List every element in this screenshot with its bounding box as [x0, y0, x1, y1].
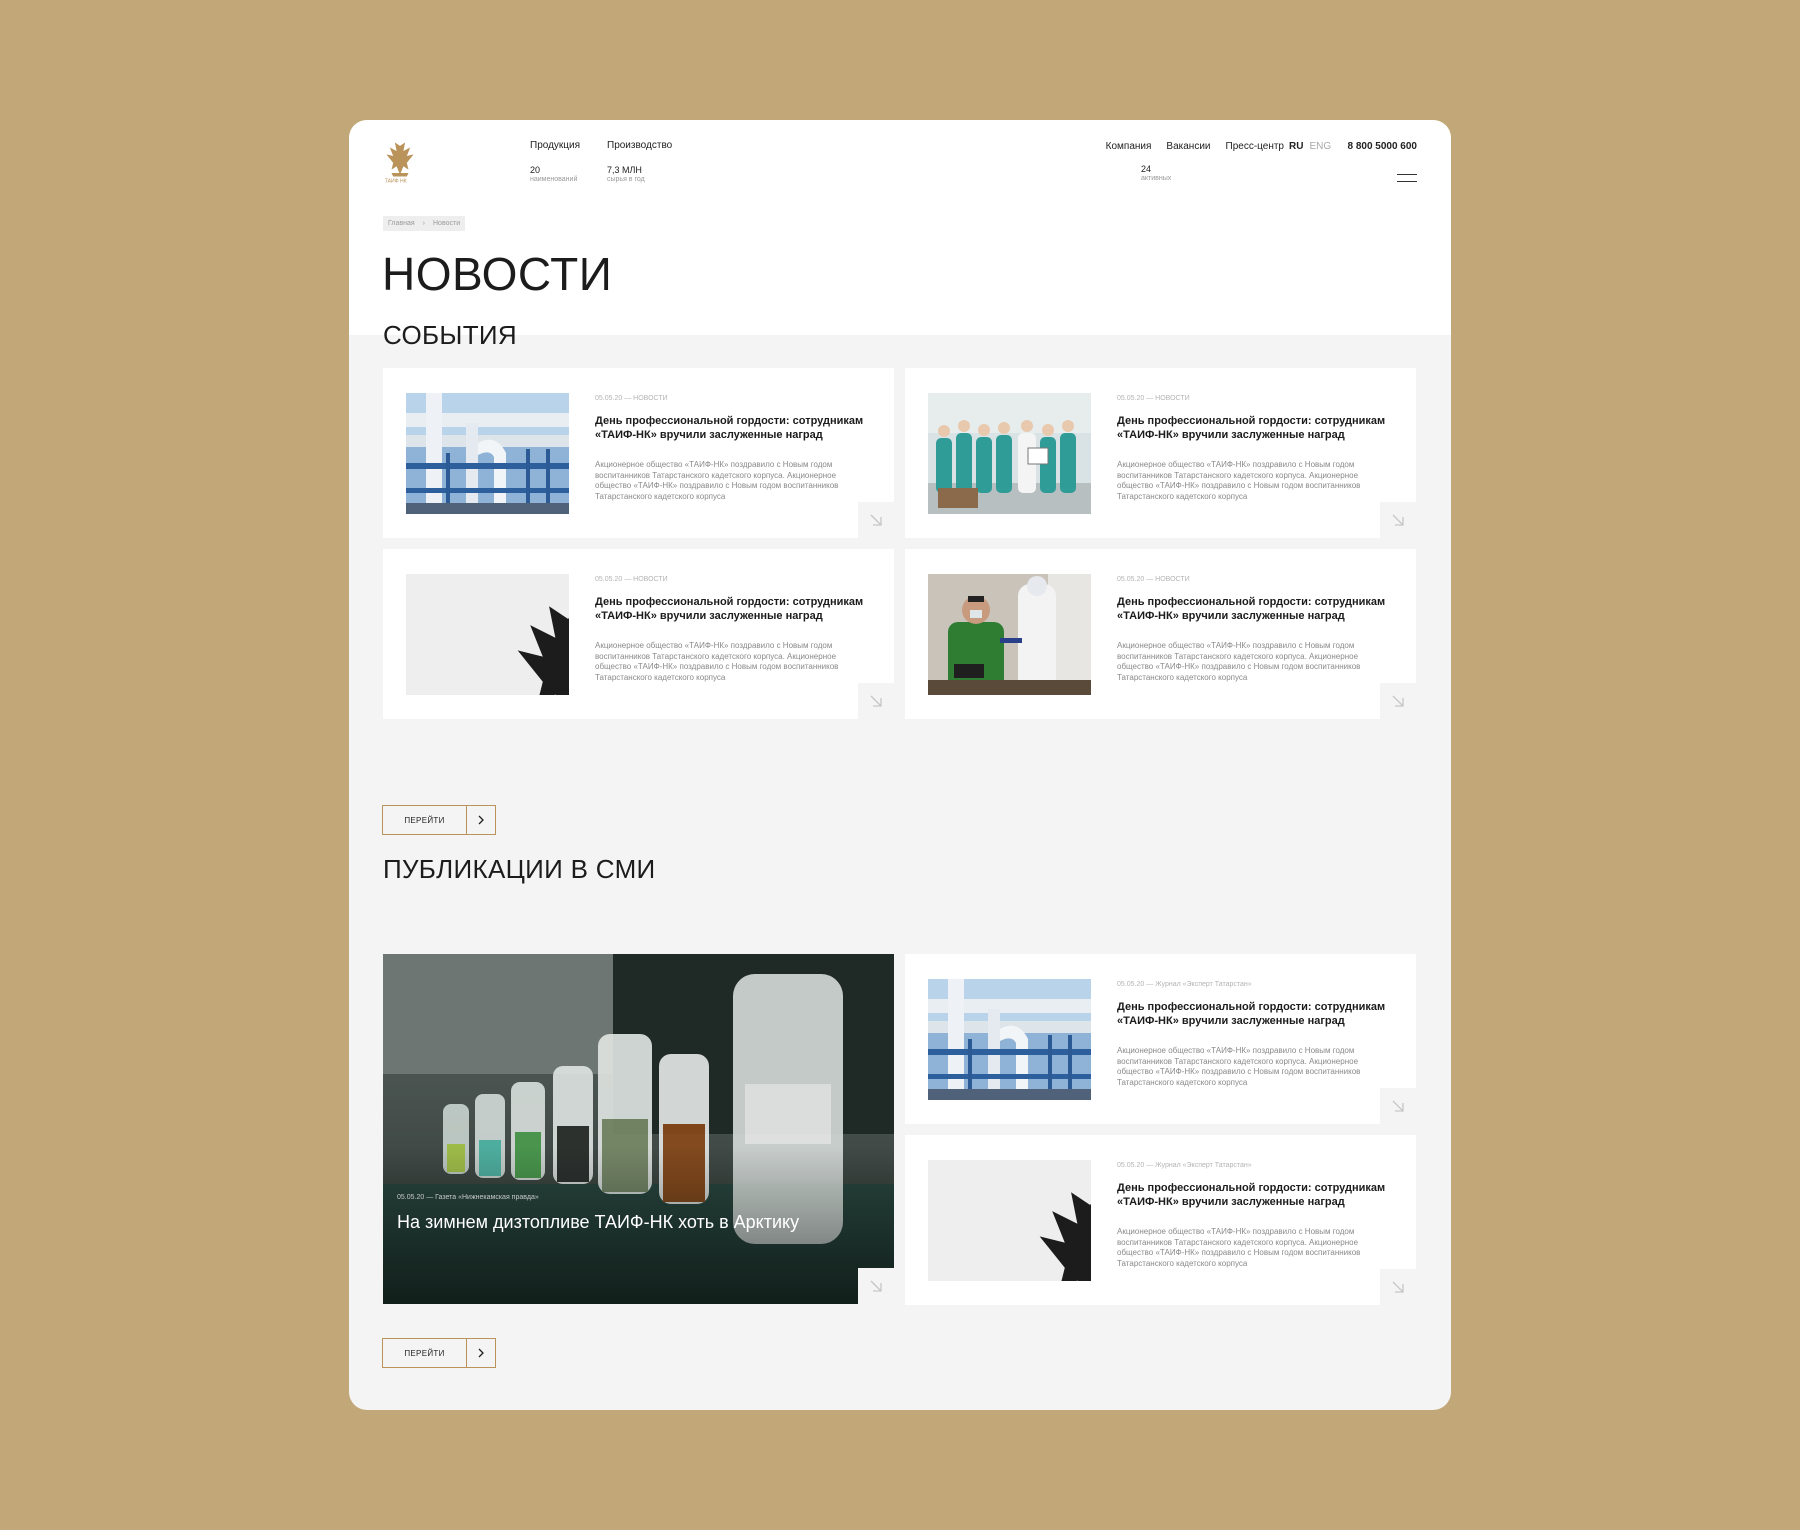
card-title[interactable]: День профессиональной гордости: сотрудни…	[1117, 1181, 1387, 1209]
card-title[interactable]: День профессиональной гордости: сотрудни…	[1117, 595, 1387, 623]
nav-products[interactable]: Продукция 20 наименований	[530, 140, 580, 183]
group-photo-image	[928, 393, 1091, 514]
feature-arrow-button[interactable]	[858, 1268, 894, 1304]
card-text: Акционерное общество «ТАИФ-НК» поздравил…	[595, 641, 839, 682]
card-text: Акционерное общество «ТАИФ-НК» поздравил…	[1117, 460, 1361, 501]
menu-press-center[interactable]: Пресс-центр	[1226, 141, 1284, 152]
events-more-label[interactable]: ПЕРЕЙТИ	[383, 806, 467, 834]
event-card[interactable]: 05.05.20 — НОВОСТИ День профессиональной…	[383, 368, 894, 538]
card-title[interactable]: День профессиональной гордости: сотрудни…	[595, 414, 865, 442]
card-meta: 05.05.20 — Журнал «Эксперт Татарстан»	[1117, 981, 1252, 988]
browser-window: ТАИФ НК Продукция 20 наименований Произв…	[349, 120, 1451, 1410]
arrow-down-right-icon	[1390, 1279, 1406, 1295]
nav-products-label[interactable]: Продукция	[530, 140, 580, 151]
card-meta: 05.05.20 — НОВОСТИ	[1117, 576, 1190, 583]
card-arrow-button[interactable]	[858, 502, 894, 538]
chevron-right-icon[interactable]	[467, 1339, 495, 1367]
top-menu: Компания Вакансии Пресс-центр	[1106, 141, 1284, 152]
menu-company[interactable]: Компания	[1106, 141, 1152, 152]
bottles-image	[383, 954, 894, 1304]
arrow-down-right-icon	[1390, 1098, 1406, 1114]
pipes-image	[928, 979, 1091, 1100]
nav-production-sub: сырья в год	[607, 176, 645, 183]
arrow-down-right-icon	[868, 512, 884, 528]
nav-products-sub: наименований	[530, 176, 578, 183]
nav-production[interactable]: Производство 7,3 МЛН сырья в год	[607, 140, 672, 183]
card-title[interactable]: День профессиональной гордости: сотрудни…	[595, 595, 865, 623]
card-arrow-button[interactable]	[858, 683, 894, 719]
pipes-image	[406, 393, 569, 514]
publications-section-title: ПУБЛИКАЦИИ В СМИ	[383, 854, 656, 884]
publications-more-label[interactable]: ПЕРЕЙТИ	[383, 1339, 467, 1367]
vaccination-image	[928, 574, 1091, 695]
card-meta: 05.05.20 — НОВОСТИ	[595, 395, 668, 402]
arrow-down-right-icon	[868, 693, 884, 709]
arrow-down-right-icon	[1390, 512, 1406, 528]
lang-eng[interactable]: ENG	[1309, 141, 1331, 152]
phone-number[interactable]: 8 800 5000 600	[1347, 141, 1417, 152]
lang-ru[interactable]: RU	[1289, 141, 1303, 152]
publication-card[interactable]: 05.05.20 — Журнал «Эксперт Татарстан» Де…	[905, 954, 1416, 1124]
event-card[interactable]: 05.05.20 — НОВОСТИ День профессиональной…	[905, 549, 1416, 719]
feature-title[interactable]: На зимнем дизтопливе ТАИФ-НК хоть в Аркт…	[397, 1212, 799, 1233]
arrow-down-right-icon	[1390, 693, 1406, 709]
griffin-logo-icon[interactable]: ТАИФ НК	[383, 140, 417, 184]
menu-icon[interactable]	[1397, 174, 1417, 182]
card-meta: 05.05.20 — НОВОСТИ	[595, 576, 668, 583]
publication-card[interactable]: 05.05.20 — Журнал «Эксперт Татарстан» Де…	[905, 1135, 1416, 1305]
breadcrumb-separator: ›	[422, 220, 425, 227]
menu-vacancies[interactable]: Вакансии	[1166, 141, 1210, 152]
breadcrumb-current: Новости	[433, 220, 461, 227]
event-card[interactable]: 05.05.20 — НОВОСТИ День профессиональной…	[905, 368, 1416, 538]
card-meta: 05.05.20 — Журнал «Эксперт Татарстан»	[1117, 1162, 1252, 1169]
nav-production-number: 7,3 МЛН	[607, 165, 642, 175]
featured-publication[interactable]: 05.05.20 — Газета «Нижнекамская правда» …	[383, 954, 894, 1304]
nav-products-number: 20	[530, 165, 541, 175]
card-title[interactable]: День профессиональной гордости: сотрудни…	[1117, 1000, 1387, 1028]
card-arrow-button[interactable]	[1380, 1269, 1416, 1305]
vacancies-number: 24	[1141, 164, 1152, 174]
arrow-down-right-icon	[868, 1278, 884, 1294]
card-text: Акционерное общество «ТАИФ-НК» поздравил…	[1117, 641, 1361, 682]
placeholder-image	[928, 1160, 1091, 1281]
language-switcher: RU ENG	[1289, 141, 1331, 152]
card-text: Акционерное общество «ТАИФ-НК» поздравил…	[1117, 1227, 1361, 1268]
events-section-title: СОБЫТИЯ	[383, 320, 517, 350]
vacancies-stat: 24 активных	[1141, 164, 1171, 182]
nav-production-label[interactable]: Производство	[607, 140, 672, 151]
vacancies-sub: активных	[1141, 175, 1172, 182]
publications-more-button[interactable]: ПЕРЕЙТИ	[382, 1338, 496, 1368]
card-text: Акционерное общество «ТАИФ-НК» поздравил…	[1117, 1046, 1361, 1087]
card-arrow-button[interactable]	[1380, 502, 1416, 538]
card-text: Акционерное общество «ТАИФ-НК» поздравил…	[595, 460, 839, 501]
feature-meta: 05.05.20 — Газета «Нижнекамская правда»	[397, 1194, 539, 1201]
card-arrow-button[interactable]	[1380, 1088, 1416, 1124]
breadcrumb-home[interactable]: Главная	[388, 220, 415, 227]
card-title[interactable]: День профессиональной гордости: сотрудни…	[1117, 414, 1387, 442]
svg-text:ТАИФ НК: ТАИФ НК	[385, 178, 407, 184]
page-title: НОВОСТИ	[382, 248, 613, 300]
card-meta: 05.05.20 — НОВОСТИ	[1117, 395, 1190, 402]
events-more-button[interactable]: ПЕРЕЙТИ	[382, 805, 496, 835]
header-area: ТАИФ НК Продукция 20 наименований Произв…	[349, 120, 1451, 335]
event-card[interactable]: 05.05.20 — НОВОСТИ День профессиональной…	[383, 549, 894, 719]
chevron-right-icon[interactable]	[467, 806, 495, 834]
breadcrumb: Главная › Новости	[383, 216, 466, 231]
card-arrow-button[interactable]	[1380, 683, 1416, 719]
placeholder-image	[406, 574, 569, 695]
